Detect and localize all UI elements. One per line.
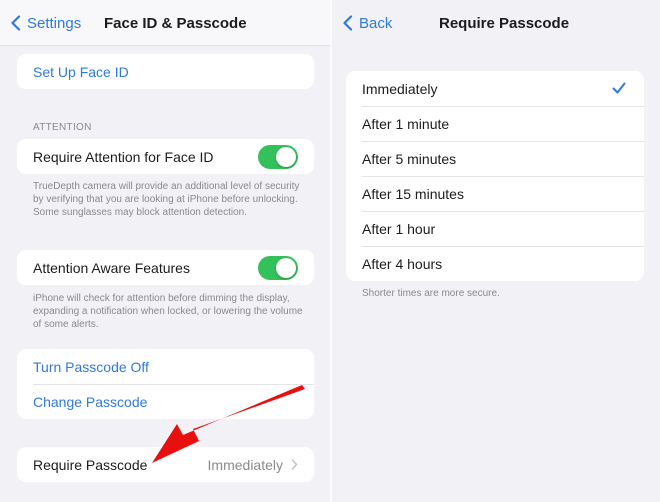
option-after-4-hours[interactable]: After 4 hours bbox=[346, 246, 644, 281]
face-id-passcode-screen: Settings Face ID & Passcode Set Up Face … bbox=[0, 0, 330, 502]
option-after-15-minutes[interactable]: After 15 minutes bbox=[346, 176, 644, 211]
require-attention-toggle[interactable] bbox=[258, 145, 298, 169]
back-button[interactable]: Back bbox=[342, 0, 392, 46]
page-title: Require Passcode bbox=[439, 14, 570, 32]
attention-aware-toggle[interactable] bbox=[258, 256, 298, 280]
require-attention-group: Require Attention for Face ID bbox=[17, 139, 314, 174]
chevron-left-icon bbox=[11, 15, 21, 31]
option-label: After 1 minute bbox=[362, 115, 450, 132]
passcode-options-list: Immediately After 1 minute After 5 minut… bbox=[346, 71, 644, 281]
chevron-right-icon bbox=[291, 459, 298, 470]
attention-aware-row: Attention Aware Features bbox=[17, 250, 314, 285]
passcode-actions-group: Turn Passcode Off Change Passcode bbox=[17, 349, 314, 419]
back-to-settings-button[interactable]: Settings bbox=[10, 0, 81, 46]
change-passcode-button[interactable]: Change Passcode bbox=[17, 384, 314, 419]
back-label: Settings bbox=[27, 14, 82, 32]
toggle-knob bbox=[276, 147, 296, 167]
attention-aware-label: Attention Aware Features bbox=[33, 259, 190, 276]
back-label: Back bbox=[359, 14, 393, 32]
nav-bar: Back Require Passcode bbox=[332, 0, 660, 46]
option-after-1-minute[interactable]: After 1 minute bbox=[346, 106, 644, 141]
toggle-knob bbox=[276, 258, 296, 278]
require-passcode-value-wrap: Immediately bbox=[208, 457, 298, 473]
option-label: After 4 hours bbox=[362, 255, 443, 272]
option-label: Immediately bbox=[362, 80, 438, 97]
attention-aware-group: Attention Aware Features bbox=[17, 250, 314, 285]
require-passcode-label: Require Passcode bbox=[33, 456, 148, 473]
require-attention-footnote: TrueDepth camera will provide an additio… bbox=[33, 181, 300, 218]
require-passcode-value: Immediately bbox=[207, 456, 283, 473]
setup-face-id-group: Set Up Face ID bbox=[17, 54, 314, 89]
page-title: Face ID & Passcode bbox=[104, 14, 247, 32]
section-header-attention: ATTENTION bbox=[33, 122, 92, 133]
turn-passcode-off-button[interactable]: Turn Passcode Off bbox=[17, 349, 314, 384]
option-after-1-hour[interactable]: After 1 hour bbox=[346, 211, 644, 246]
options-footnote: Shorter times are more secure. bbox=[362, 288, 500, 299]
nav-bar: Settings Face ID & Passcode bbox=[0, 0, 330, 46]
require-passcode-row[interactable]: Require Passcode Immediately bbox=[17, 447, 314, 482]
option-label: After 1 hour bbox=[362, 220, 436, 237]
chevron-left-icon bbox=[343, 15, 353, 31]
require-passcode-screen: Back Require Passcode Immediately After … bbox=[332, 0, 660, 502]
option-label: After 15 minutes bbox=[362, 185, 464, 202]
setup-face-id-button[interactable]: Set Up Face ID bbox=[17, 54, 314, 89]
option-after-5-minutes[interactable]: After 5 minutes bbox=[346, 141, 644, 176]
require-passcode-group: Require Passcode Immediately bbox=[17, 447, 314, 482]
checkmark-icon bbox=[612, 82, 626, 94]
require-attention-label: Require Attention for Face ID bbox=[33, 148, 214, 165]
require-attention-row: Require Attention for Face ID bbox=[17, 139, 314, 174]
option-immediately[interactable]: Immediately bbox=[346, 71, 644, 106]
option-label: After 5 minutes bbox=[362, 150, 457, 167]
attention-aware-footnote: iPhone will check for attention before d… bbox=[33, 293, 303, 330]
